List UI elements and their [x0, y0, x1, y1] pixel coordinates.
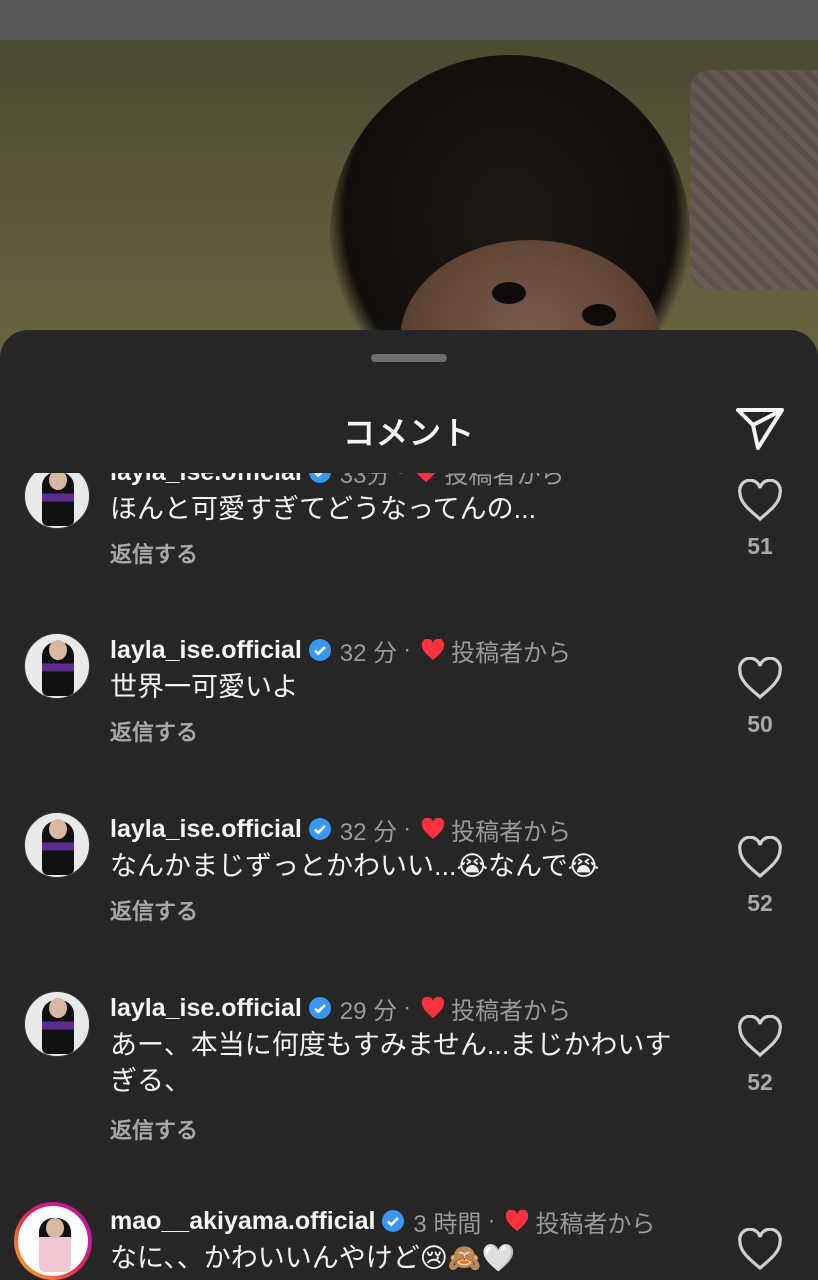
heart-outline-icon[interactable]: [736, 836, 784, 880]
avatar[interactable]: [24, 633, 90, 699]
comment-meta: layla_ise.official 33分· 投稿者から: [110, 473, 564, 489]
comment-meta: mao__akiyama.official 3 時間 · 投稿者から: [110, 1204, 655, 1238]
reply-button[interactable]: 返信する: [110, 894, 198, 926]
avatar[interactable]: [24, 473, 90, 529]
heart-filled-icon: [417, 473, 436, 482]
comment-time: 32 分: [339, 639, 398, 667]
heart-outline-icon[interactable]: [736, 1228, 784, 1272]
username[interactable]: layla_ise.official: [110, 636, 302, 665]
verified-badge-icon: [308, 639, 331, 661]
comment-meta: layla_ise.official 32 分 · 投稿者から: [110, 812, 571, 846]
avatar[interactable]: [14, 1202, 92, 1280]
like-count: 52: [747, 1069, 773, 1095]
comment-time: 29 分: [339, 997, 398, 1025]
avatar[interactable]: [24, 812, 90, 878]
comment-time: 33分: [339, 473, 391, 489]
like-count: 51: [747, 533, 773, 559]
sheet-title: コメント: [342, 415, 475, 451]
child-eye-right: [582, 304, 616, 326]
from-author-label: 投稿者から: [451, 997, 572, 1025]
like-count: 52: [747, 890, 773, 916]
comment-text: なに、、かわいいんやけど😢🙈🤍: [110, 1243, 516, 1273]
verified-badge-icon: [308, 997, 331, 1019]
comment-text: ほんと可愛すぎてどうなってんの...: [110, 494, 537, 524]
heart-filled-icon: [422, 997, 445, 1018]
from-author-label: 投稿者から: [451, 818, 572, 846]
comment-list[interactable]: layla_ise.official 33分· 投稿者から ほんと可愛すぎてどう…: [0, 473, 818, 1280]
background-pillow: [690, 70, 818, 290]
comments-sheet: コメント layla_ise.official 33分· 投稿者から ほんと可愛…: [0, 330, 818, 1280]
comment-meta: layla_ise.official 32 分 · 投稿者から: [110, 633, 571, 667]
heart-outline-icon[interactable]: [736, 1015, 784, 1059]
comment-time: 32 分: [339, 818, 398, 846]
username[interactable]: layla_ise.official: [110, 815, 302, 844]
verified-badge-icon: [308, 473, 331, 483]
heart-outline-icon[interactable]: [736, 657, 784, 701]
avatar[interactable]: [24, 991, 90, 1057]
username[interactable]: layla_ise.official: [110, 994, 302, 1023]
reply-button[interactable]: 返信する: [110, 537, 198, 569]
comment-text: 世界一可愛いよ: [110, 672, 299, 702]
username[interactable]: mao__akiyama.official: [110, 1207, 375, 1236]
share-icon[interactable]: [734, 404, 786, 452]
username[interactable]: layla_ise.official: [110, 473, 302, 487]
heart-filled-icon: [422, 818, 445, 839]
heart-outline-icon[interactable]: [736, 479, 784, 523]
reply-button[interactable]: 返信する: [110, 1113, 198, 1145]
comment-text: あー、本当に何度もすみません...まじかわいすぎる、: [110, 1030, 672, 1096]
post-photo: [0, 40, 818, 370]
heart-filled-icon: [506, 1210, 529, 1231]
verified-badge-icon: [308, 818, 331, 840]
reply-button[interactable]: 返信する: [110, 715, 198, 747]
heart-filled-icon: [422, 639, 445, 660]
from-author-label: 投稿者から: [535, 1210, 656, 1238]
comment-text: なんかまじずっとかわいい...😭なんで😭: [110, 851, 600, 881]
like-count: 50: [747, 711, 773, 737]
status-bar: [0, 0, 818, 40]
verified-badge-icon: [382, 1210, 405, 1232]
comment-meta: layla_ise.official 29 分 · 投稿者から: [110, 991, 571, 1025]
child-eye-left: [492, 282, 526, 304]
from-author-label: 投稿者から: [444, 473, 565, 489]
comment-time: 3 時間: [413, 1210, 482, 1238]
drag-handle[interactable]: [371, 354, 447, 362]
from-author-label: 投稿者から: [451, 639, 572, 667]
